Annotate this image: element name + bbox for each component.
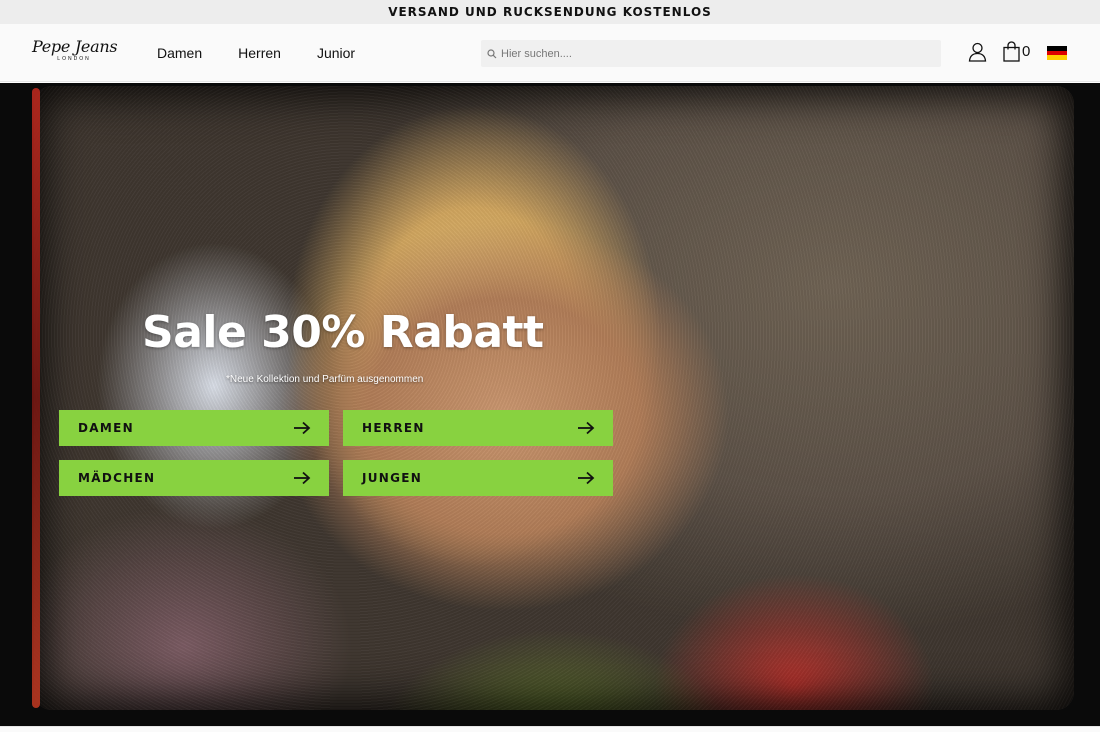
germany-flag-icon[interactable] xyxy=(1047,46,1067,61)
search-input[interactable] xyxy=(501,47,921,60)
cta-label: HERREN xyxy=(362,421,425,435)
promo-text: VERSAND UND RUCKSENDUNG KOSTENLOS xyxy=(388,5,712,19)
film-edge xyxy=(32,88,40,708)
nav-item-junior[interactable]: Junior xyxy=(317,45,355,61)
hero-image xyxy=(34,86,1074,710)
user-icon[interactable] xyxy=(968,42,987,62)
cta-herren-button[interactable]: HERREN xyxy=(343,410,613,446)
cart-count[interactable]: 0 xyxy=(1022,43,1030,60)
cta-label: JUNGEN xyxy=(362,471,423,485)
cta-label: MÄDCHEN xyxy=(78,471,156,485)
hero-title: Sale 30% Rabatt xyxy=(142,307,544,358)
bag-icon[interactable] xyxy=(1003,41,1020,62)
search-box[interactable] xyxy=(481,40,941,67)
cta-maedchen-button[interactable]: MÄDCHEN xyxy=(59,460,329,496)
cta-label: DAMEN xyxy=(78,421,134,435)
brand-logo[interactable]: Pepe Jeans LONDON xyxy=(32,36,118,70)
logo-wordmark: Pepe Jeans xyxy=(32,37,118,56)
hero-disclaimer: *Neue Kollektion und Parfüm ausgenommen xyxy=(226,374,424,385)
arrow-right-icon xyxy=(578,421,595,435)
nav-item-damen[interactable]: Damen xyxy=(157,45,202,61)
arrow-right-icon xyxy=(294,421,311,435)
main-nav: Damen Herren Junior xyxy=(157,24,391,82)
hero-banner[interactable]: Sale 30% Rabatt *Neue Kollektion und Par… xyxy=(0,83,1100,726)
page-bottom-edge xyxy=(0,726,1100,732)
cta-jungen-button[interactable]: JUNGEN xyxy=(343,460,613,496)
arrow-right-icon xyxy=(578,471,595,485)
promo-bar: VERSAND UND RUCKSENDUNG KOSTENLOS xyxy=(0,0,1100,24)
cta-damen-button[interactable]: DAMEN xyxy=(59,410,329,446)
site-header: Pepe Jeans LONDON Damen Herren Junior 0 xyxy=(0,24,1100,82)
nav-item-herren[interactable]: Herren xyxy=(238,45,281,61)
arrow-right-icon xyxy=(294,471,311,485)
search-icon xyxy=(487,48,497,58)
